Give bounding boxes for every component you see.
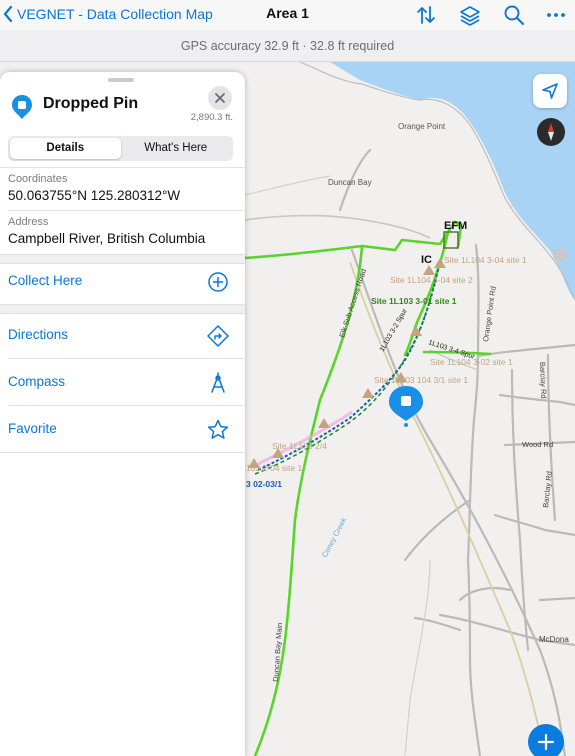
address-value: Campbell River, British Columbia [8,231,206,246]
divider [0,452,245,453]
chevron-left-icon [3,6,13,22]
road-mcdona: McDona [539,635,569,644]
tab-details[interactable]: Details [10,138,121,159]
add-button[interactable] [528,724,564,756]
compass-label: Compass [8,374,66,389]
compass-icon [205,370,231,396]
coordinates-value: 50.063755°N 125.280312°W [8,188,181,203]
back-button[interactable]: VEGNET - Data Collection Map [3,4,213,24]
tab-whats-here[interactable]: What's Here [121,138,232,159]
powerline-road [349,261,546,756]
layers-icon[interactable] [458,3,482,27]
sort-arrows-icon[interactable] [414,3,438,27]
site-label-7: 103 2-04 site 1 [246,463,303,473]
back-button-label: VEGNET - Data Collection Map [17,6,213,22]
close-button[interactable] [208,86,232,110]
survey-line-pink [257,410,353,466]
compass-button[interactable] [537,118,565,146]
spur-32: 1L103 3-2 Spur [379,307,410,353]
coastline-road-2 [244,175,331,196]
navigation-bar: VEGNET - Data Collection Map Area 1 [0,0,575,30]
more-icon[interactable] [544,3,568,27]
place-coney-creek: Coney Creek [320,516,349,559]
coordinates-label: Coordinates [8,173,68,185]
site-efm: EFM [444,220,467,232]
favorite-row[interactable]: Favorite [0,406,245,452]
road-barclay-2: Barclay Rd [541,471,554,508]
panel-title: Dropped Pin [43,95,139,112]
gps-accuracy-bar: GPS accuracy 32.9 ft · 32.8 ft required [0,30,575,62]
map-scroll-indicator[interactable] [553,248,567,262]
divider [8,210,245,211]
directions-icon [205,323,231,349]
distance-label: 2,890.3 ft. [190,112,233,123]
collect-here-label: Collect Here [8,273,83,288]
site-label-4: Site 1L104 3-02 site 1 [430,357,513,367]
site-label-2: Site 1L104 3-04 site 2 [390,275,473,285]
dropped-pin-panel: Dropped Pin 2,890.3 ft. Details What's H… [0,72,245,756]
site-markers [248,258,446,468]
compass-needle-icon [548,123,554,141]
plus-icon [537,733,555,751]
site-label-6: Site 1L103 2/4 [272,441,327,451]
panel-grabber[interactable] [108,78,134,82]
place-orange-point: Orange Point [398,122,446,131]
search-icon[interactable] [502,3,526,27]
site-label-5: Site 1L103 104 3/1 site 1 [374,375,468,385]
site-label-1: Site 1L104 3-04 site 1 [444,255,527,265]
minor-road-2 [404,559,431,756]
road-elk-sub: Elk Sub Access Road [337,268,368,339]
plus-circle-icon [205,269,231,295]
compass-row[interactable]: Compass [0,359,245,405]
details-tab-control: Details What's Here [8,136,233,161]
site-label-3: Site 1L103 3-01 site 1 [371,296,457,306]
map-pin-icon [11,94,33,125]
directions-row[interactable]: Directions [0,312,245,358]
collect-here-row[interactable]: Collect Here [0,258,245,304]
location-arrow-icon [542,83,558,99]
road-orange-point: Orange Point Rd [481,286,498,343]
address-label: Address [8,216,49,228]
divider [0,167,245,168]
dropped-pin-marker [389,386,423,427]
road-barclay-1: Barclay Rd [538,362,548,399]
favorite-label: Favorite [8,421,57,436]
place-duncan-bay: Duncan Bay [328,178,372,187]
locate-me-button[interactable] [533,74,567,108]
star-icon [205,417,231,443]
survey-line [257,259,441,471]
road-wood: Wood Rd [522,440,553,449]
site-label-8: 3 02-03/1 [246,479,282,489]
coastline-road [244,214,431,239]
site-ic: IC [421,254,432,266]
close-icon [215,93,225,103]
directions-label: Directions [8,327,69,342]
